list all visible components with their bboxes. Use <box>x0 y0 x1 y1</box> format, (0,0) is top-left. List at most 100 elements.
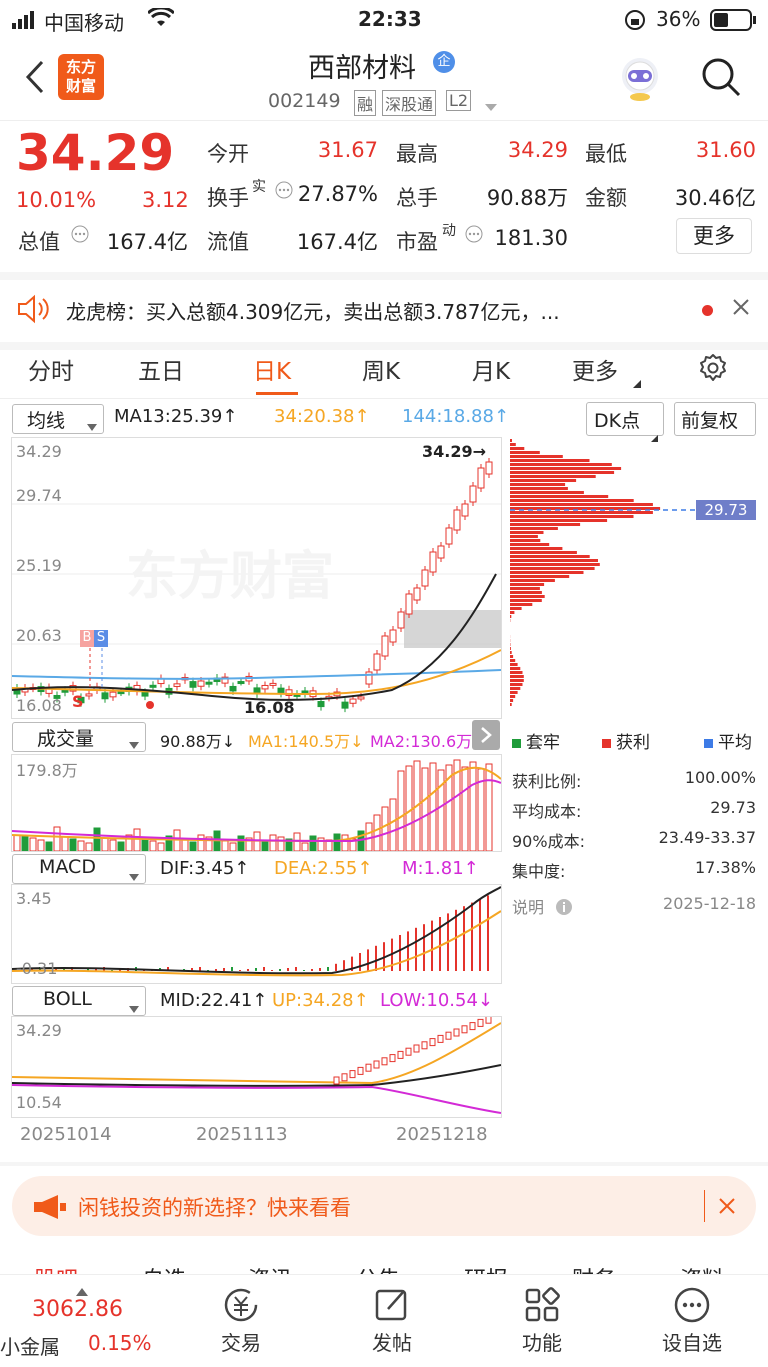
chip-bar <box>510 651 512 654</box>
volume-bar <box>310 836 316 851</box>
macd-chart[interactable]: 3.45 -0.31 <box>11 884 502 984</box>
settings-gear-icon[interactable] <box>697 352 729 388</box>
ma-selector-label: 均线 <box>27 406 65 433</box>
tab-intraday[interactable]: 分时 <box>28 352 74 386</box>
news-banner[interactable]: 龙虎榜：买入总额4.309亿元，卖出总额3.787亿元，... <box>0 272 768 350</box>
legend-profit: 获利 <box>602 728 692 753</box>
chip-bar <box>510 667 520 670</box>
divider <box>704 1190 705 1222</box>
boll-candle <box>374 1061 379 1068</box>
volume-chart[interactable]: 179.8万 <box>11 754 502 852</box>
low-label: 最低 <box>585 138 627 168</box>
adjust-mode-button[interactable]: 前复权 <box>674 402 756 436</box>
dropdown-icon[interactable] <box>484 98 498 117</box>
promo-text: 闲钱投资的新选择？快来看看 <box>78 1192 351 1222</box>
macd-bar <box>439 917 441 971</box>
close-icon[interactable] <box>718 1197 736 1219</box>
tab-more[interactable]: 更多 <box>572 352 618 386</box>
chip-bar <box>510 471 614 474</box>
subtab-profile[interactable]: 资料 <box>680 1262 724 1274</box>
subtab-news[interactable]: 资讯 <box>248 1262 292 1274</box>
volume-bar <box>46 842 52 851</box>
macd-axis-bottom: -0.31 <box>16 959 57 978</box>
close-icon[interactable] <box>732 298 750 320</box>
subtab-guba[interactable]: 股吧 <box>34 1262 78 1274</box>
candle-body <box>422 570 428 586</box>
legend-average-label: 平均 <box>718 733 752 753</box>
buy-marker[interactable]: B <box>80 630 94 647</box>
robot-assistant-icon[interactable] <box>614 52 666 108</box>
chip-bar <box>510 547 562 550</box>
expand-arrow-icon[interactable] <box>472 720 500 750</box>
boll-chart[interactable]: 34.29 10.54 <box>11 1016 502 1118</box>
mcap-value: 167.4亿 <box>96 226 188 256</box>
date-label: 20251218 <box>396 1124 488 1145</box>
boll-candle <box>406 1048 411 1055</box>
amount-label: 金额 <box>585 182 627 212</box>
app-logo: 东方 财富 <box>58 54 104 100</box>
boll-mid: MID:22.41↑ <box>160 990 267 1011</box>
boll-candle <box>446 1032 451 1039</box>
speaker-icon <box>16 294 50 328</box>
chip-bar <box>510 563 600 566</box>
volume-bar <box>110 840 116 851</box>
tag-margin: 融 <box>354 90 376 116</box>
boll-candle <box>478 1019 483 1026</box>
volume-bar <box>438 770 444 851</box>
candle-body <box>318 702 324 707</box>
subtab-finance[interactable]: 财务 <box>572 1262 616 1274</box>
volume-bar <box>462 767 468 851</box>
edit-icon <box>372 1285 412 1325</box>
tab-daily-k[interactable]: 日K <box>253 352 291 386</box>
macd-axis-top: 3.45 <box>16 889 52 908</box>
nav-add-watchlist-label: 设自选 <box>632 1327 752 1356</box>
price-axis-top: 34.29 <box>16 442 62 461</box>
price-axis-4: 20.63 <box>16 626 62 645</box>
chip-bar <box>510 551 577 554</box>
boll-selector[interactable]: BOLL <box>12 986 146 1016</box>
macd-bar <box>271 970 273 971</box>
volume-bar <box>222 841 228 851</box>
volume-selector[interactable]: 成交量 <box>12 722 146 752</box>
macd-bar <box>279 969 281 971</box>
chip-bar <box>510 587 540 590</box>
chevron-down-icon <box>129 733 139 755</box>
chip-bar <box>510 443 516 446</box>
dk-point-label: DK点 <box>594 406 640 433</box>
chip-bar <box>510 483 565 486</box>
macd-selector[interactable]: MACD <box>12 854 146 884</box>
volume-bar <box>22 836 28 851</box>
search-icon[interactable] <box>700 56 742 102</box>
volume-bar <box>190 842 196 851</box>
more-quote-button[interactable]: 更多 <box>676 218 752 254</box>
subtab-watchlist[interactable]: 自选 <box>142 1262 186 1274</box>
sell-marker[interactable]: S <box>94 630 108 647</box>
dk-point-button[interactable]: DK点 <box>586 402 664 436</box>
candle-body <box>86 694 92 696</box>
back-icon[interactable] <box>22 58 48 100</box>
info-icon[interactable] <box>70 224 90 248</box>
pe-label: 市盈 <box>396 226 438 256</box>
tab-monthly-k[interactable]: 月K <box>472 352 510 386</box>
chip-bar <box>510 579 555 582</box>
chip-bar <box>510 447 524 450</box>
volume-value: 90.88万 <box>470 182 568 212</box>
price-axis-3: 25.19 <box>16 556 62 575</box>
tab-weekly-k[interactable]: 周K <box>362 352 400 386</box>
chip-note[interactable]: 说明 <box>512 894 573 918</box>
volume-bar <box>70 839 76 851</box>
tab-five-day[interactable]: 五日 <box>138 352 184 386</box>
active-tab-indicator <box>256 392 298 395</box>
promo-banner[interactable]: 闲钱投资的新选择？快来看看 <box>12 1176 756 1236</box>
chip-bar <box>510 607 522 610</box>
index-ticker[interactable]: 3062.86 小金属 0.15% <box>0 1275 160 1367</box>
chip-distribution[interactable]: 29.73 <box>510 437 756 717</box>
stock-code: 002149 <box>268 90 341 112</box>
subtab-reports[interactable]: 研报 <box>464 1262 508 1274</box>
macd-bar <box>455 910 457 971</box>
subtab-announcements[interactable]: 公告 <box>356 1262 400 1274</box>
volume-bar <box>54 827 60 851</box>
macd-dif: DIF:3.45↑ <box>160 858 249 879</box>
ma-selector[interactable]: 均线 <box>12 404 104 434</box>
kline-chart[interactable]: 东方财富 34.29 29.74 25.19 20.63 16.08 34.29… <box>11 437 502 719</box>
